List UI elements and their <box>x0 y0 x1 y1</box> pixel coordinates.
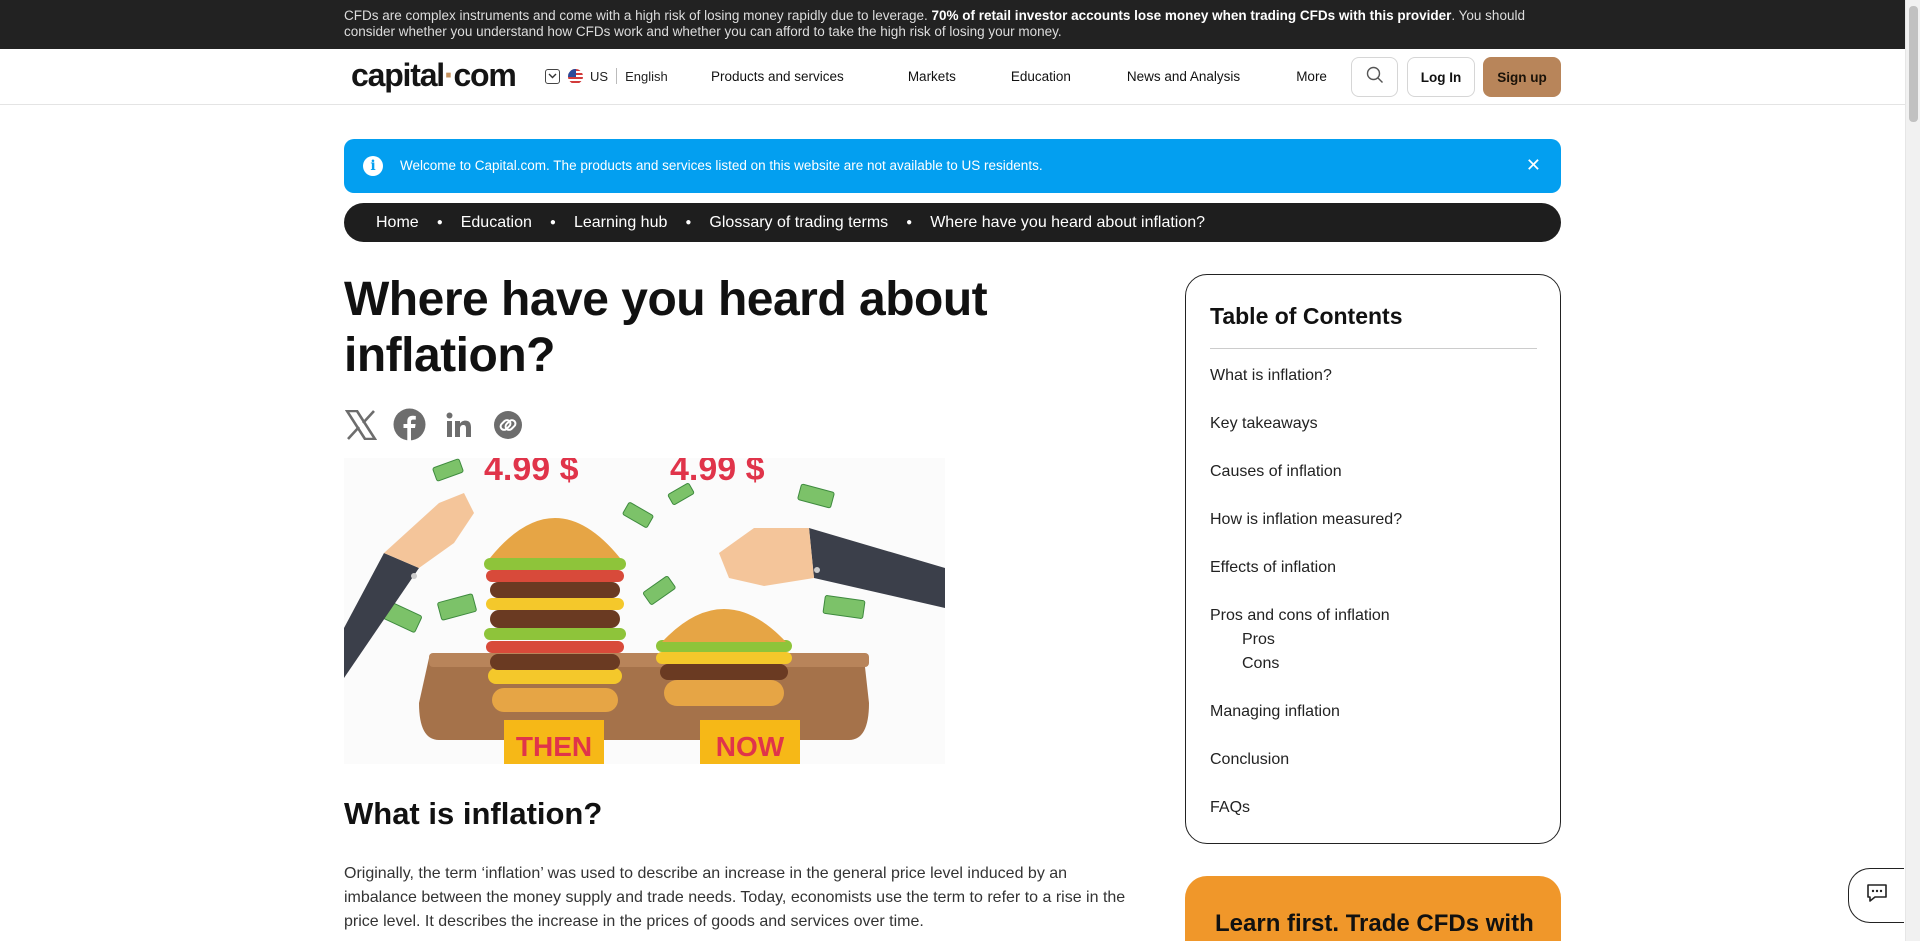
nav-news[interactable]: News and Analysis <box>1127 69 1240 84</box>
breadcrumb-home[interactable]: Home <box>376 214 419 232</box>
toc-subitem[interactable]: Pros <box>1242 631 1275 649</box>
table-of-contents: Table of Contents What is inflation? Key… <box>1185 274 1561 844</box>
article-paragraph: Originally, the term ‘inflation’ was use… <box>344 865 1126 930</box>
breadcrumb-separator: ● <box>685 217 692 228</box>
svg-text:4.99 $: 4.99 $ <box>484 458 579 488</box>
scrollbar[interactable] <box>1905 0 1920 941</box>
toc-item[interactable]: Conclusion <box>1210 751 1289 769</box>
us-residents-notice: i Welcome to Capital.com. The products a… <box>344 139 1561 193</box>
notice-text: Welcome to Capital.com. The products and… <box>400 158 1043 173</box>
small-burger-icon <box>656 609 792 706</box>
scrollbar-thumb[interactable] <box>1909 6 1918 122</box>
promo-text: Learn first. Trade CFDs with <box>1215 910 1534 937</box>
risk-warning-text: CFDs are complex instruments and come wi… <box>344 8 1525 39</box>
section-title: What is inflation? <box>344 796 603 831</box>
breadcrumb-separator: ● <box>549 217 556 228</box>
svg-text:NOW: NOW <box>716 731 785 762</box>
nav-products[interactable]: Products and services <box>711 69 844 84</box>
breadcrumb: Home ● Education ● Learning hub ● Glossa… <box>344 203 1561 242</box>
search-icon <box>1366 66 1384 89</box>
breadcrumb-current: Where have you heard about inflation? <box>930 213 1206 231</box>
toc-title: Table of Contents <box>1210 303 1403 329</box>
hero-illustration: 4.99 $ 4.99 $ THEN NOW <box>344 458 945 764</box>
toc-item[interactable]: What is inflation? <box>1210 367 1332 385</box>
risk-warning-bar: CFDs are complex instruments and come wi… <box>0 0 1905 49</box>
svg-text:4.99 $: 4.99 $ <box>670 458 765 488</box>
nav-education[interactable]: Education <box>1011 69 1071 84</box>
toc-item[interactable]: FAQs <box>1210 799 1250 817</box>
breadcrumb-glossary[interactable]: Glossary of trading terms <box>709 214 888 232</box>
chat-icon <box>1866 883 1888 908</box>
toc-item[interactable]: Managing inflation <box>1210 703 1340 721</box>
divider <box>1210 348 1537 349</box>
x-icon[interactable] <box>344 408 377 441</box>
toc-item[interactable]: Causes of inflation <box>1210 463 1342 481</box>
breadcrumb-separator: ● <box>436 217 443 228</box>
us-flag-icon <box>568 68 583 84</box>
page-title: Where have you heard about inflation? <box>344 273 988 382</box>
chat-button[interactable] <box>1848 868 1904 923</box>
site-header: capital·com US English Products and serv… <box>0 49 1905 105</box>
nav-markets[interactable]: Markets <box>908 69 956 84</box>
svg-text:THEN: THEN <box>516 731 592 762</box>
region-label: US <box>590 68 609 84</box>
login-button[interactable]: Log In <box>1407 57 1475 97</box>
divider <box>616 68 618 84</box>
linkedin-icon[interactable] <box>442 408 475 441</box>
nav-more[interactable]: More <box>1296 69 1327 84</box>
main-nav: Products and services Markets Education … <box>711 69 1327 84</box>
search-button[interactable] <box>1351 57 1398 97</box>
breadcrumb-learning-hub[interactable]: Learning hub <box>574 214 667 232</box>
chevron-down-icon <box>545 68 560 84</box>
toc-subitem[interactable]: Cons <box>1242 655 1279 673</box>
copy-link-icon[interactable] <box>491 408 524 441</box>
breadcrumb-education[interactable]: Education <box>461 214 532 232</box>
toc-item[interactable]: Effects of inflation <box>1210 559 1336 577</box>
toc-item[interactable]: Pros and cons of inflation <box>1210 607 1390 625</box>
toc-item[interactable]: How is inflation measured? <box>1210 511 1402 529</box>
big-burger-icon <box>484 518 626 712</box>
share-bar <box>344 408 524 441</box>
language-label[interactable]: English <box>625 69 668 84</box>
promo-card[interactable]: Learn first. Trade CFDs with <box>1185 876 1561 941</box>
close-icon[interactable]: ✕ <box>1526 155 1541 176</box>
facebook-icon[interactable] <box>393 408 426 441</box>
signup-button[interactable]: Sign up <box>1483 57 1561 97</box>
logo[interactable]: capital·com <box>351 57 517 94</box>
info-icon: i <box>363 156 383 176</box>
breadcrumb-separator: ● <box>906 217 913 228</box>
region-selector[interactable]: US English <box>545 68 668 84</box>
toc-item[interactable]: Key takeaways <box>1210 415 1318 433</box>
